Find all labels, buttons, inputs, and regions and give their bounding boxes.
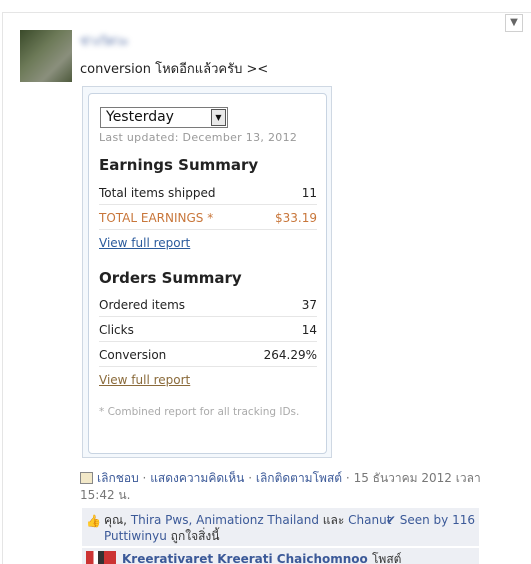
check-icon: ✔ — [385, 513, 396, 527]
earnings-summary-heading: Earnings Summary — [99, 156, 259, 174]
separator: · — [142, 471, 147, 485]
orders-row-conversion: Conversion 264.29% — [99, 343, 317, 367]
combined-report-footnote: * Combined report for all tracking IDs. — [99, 406, 300, 418]
earnings-row-total: TOTAL EARNINGS * $33.19 — [99, 206, 317, 230]
row-label: Clicks — [99, 323, 134, 337]
post-actions: เลิกชอบ · แสดงความคิดเห็น · เลิกติดตามโพ… — [80, 470, 490, 504]
earnings-view-full-report-link[interactable]: View full report — [99, 236, 190, 250]
post-type-icon — [80, 472, 93, 484]
row-value: 11 — [301, 186, 317, 200]
row-value: 14 — [301, 323, 317, 337]
orders-view-full-report-link[interactable]: View full report — [99, 373, 190, 387]
separator: · — [345, 471, 350, 485]
period-select[interactable]: Yesterday ▼ — [100, 107, 228, 128]
like-suffix: ถูกใจสิ่งนี้ — [170, 529, 220, 543]
commenter-avatar[interactable] — [86, 551, 116, 564]
comment-link[interactable]: แสดงความคิดเห็น — [150, 471, 244, 485]
comment-text: โพสต์ — [371, 552, 402, 564]
row-label: Ordered items — [99, 298, 186, 312]
earnings-row-items-shipped: Total items shipped 11 — [99, 181, 317, 205]
seen-by[interactable]: ✔ Seen by 116 — [386, 512, 475, 528]
unlike-link[interactable]: เลิกชอบ — [97, 471, 139, 485]
post-left-border — [2, 12, 3, 564]
like-person-link[interactable]: Thira Pws, — [131, 513, 193, 527]
row-label: Conversion — [99, 348, 167, 362]
row-value: $33.19 — [275, 211, 317, 225]
post-text: conversion โหดอีกแล้วครับ >< — [80, 62, 269, 77]
commenter-name-text: Kreerativaret Kreerati Chaichomnoo — [122, 552, 368, 564]
seen-by-text: Seen by 116 — [399, 513, 475, 527]
orders-row-clicks: Clicks 14 — [99, 318, 317, 342]
orders-summary-heading: Orders Summary — [99, 269, 242, 287]
likes-box: 👍 คุณ, Thira Pws, Animationz Thailand แล… — [82, 508, 479, 546]
row-value: 264.29% — [263, 348, 317, 362]
orders-row-ordered-items: Ordered items 37 — [99, 293, 317, 317]
likes-text: คุณ, Thira Pws, Animationz Thailand และ … — [104, 512, 394, 544]
author-avatar[interactable] — [20, 30, 72, 82]
commenter-name[interactable]: Kreerativaret Kreerati Chaichomnoo โพสต์ — [122, 551, 401, 564]
thumbs-up-icon: 👍 — [86, 514, 101, 528]
row-value: 37 — [301, 298, 317, 312]
last-updated: Last updated: December 13, 2012 — [99, 131, 298, 144]
period-select-value: Yesterday — [106, 109, 174, 125]
like-person-link[interactable]: Animationz Thailand — [196, 513, 319, 527]
separator: · — [248, 471, 253, 485]
like-you: คุณ, — [104, 513, 127, 527]
author-name[interactable]: ช่างวิศวะ — [80, 32, 128, 51]
like-and: และ — [322, 513, 345, 527]
dropdown-arrow-icon[interactable]: ▼ — [211, 109, 226, 126]
row-label: TOTAL EARNINGS * — [99, 211, 214, 225]
post-top-border — [2, 12, 531, 13]
comment-row: Kreerativaret Kreerati Chaichomnoo โพสต์ — [82, 548, 479, 564]
row-label: Total items shipped — [99, 186, 216, 200]
unfollow-post-link[interactable]: เลิกติดตามโพสต์ — [256, 471, 342, 485]
chevron-down-icon[interactable]: ▼ — [505, 14, 523, 32]
